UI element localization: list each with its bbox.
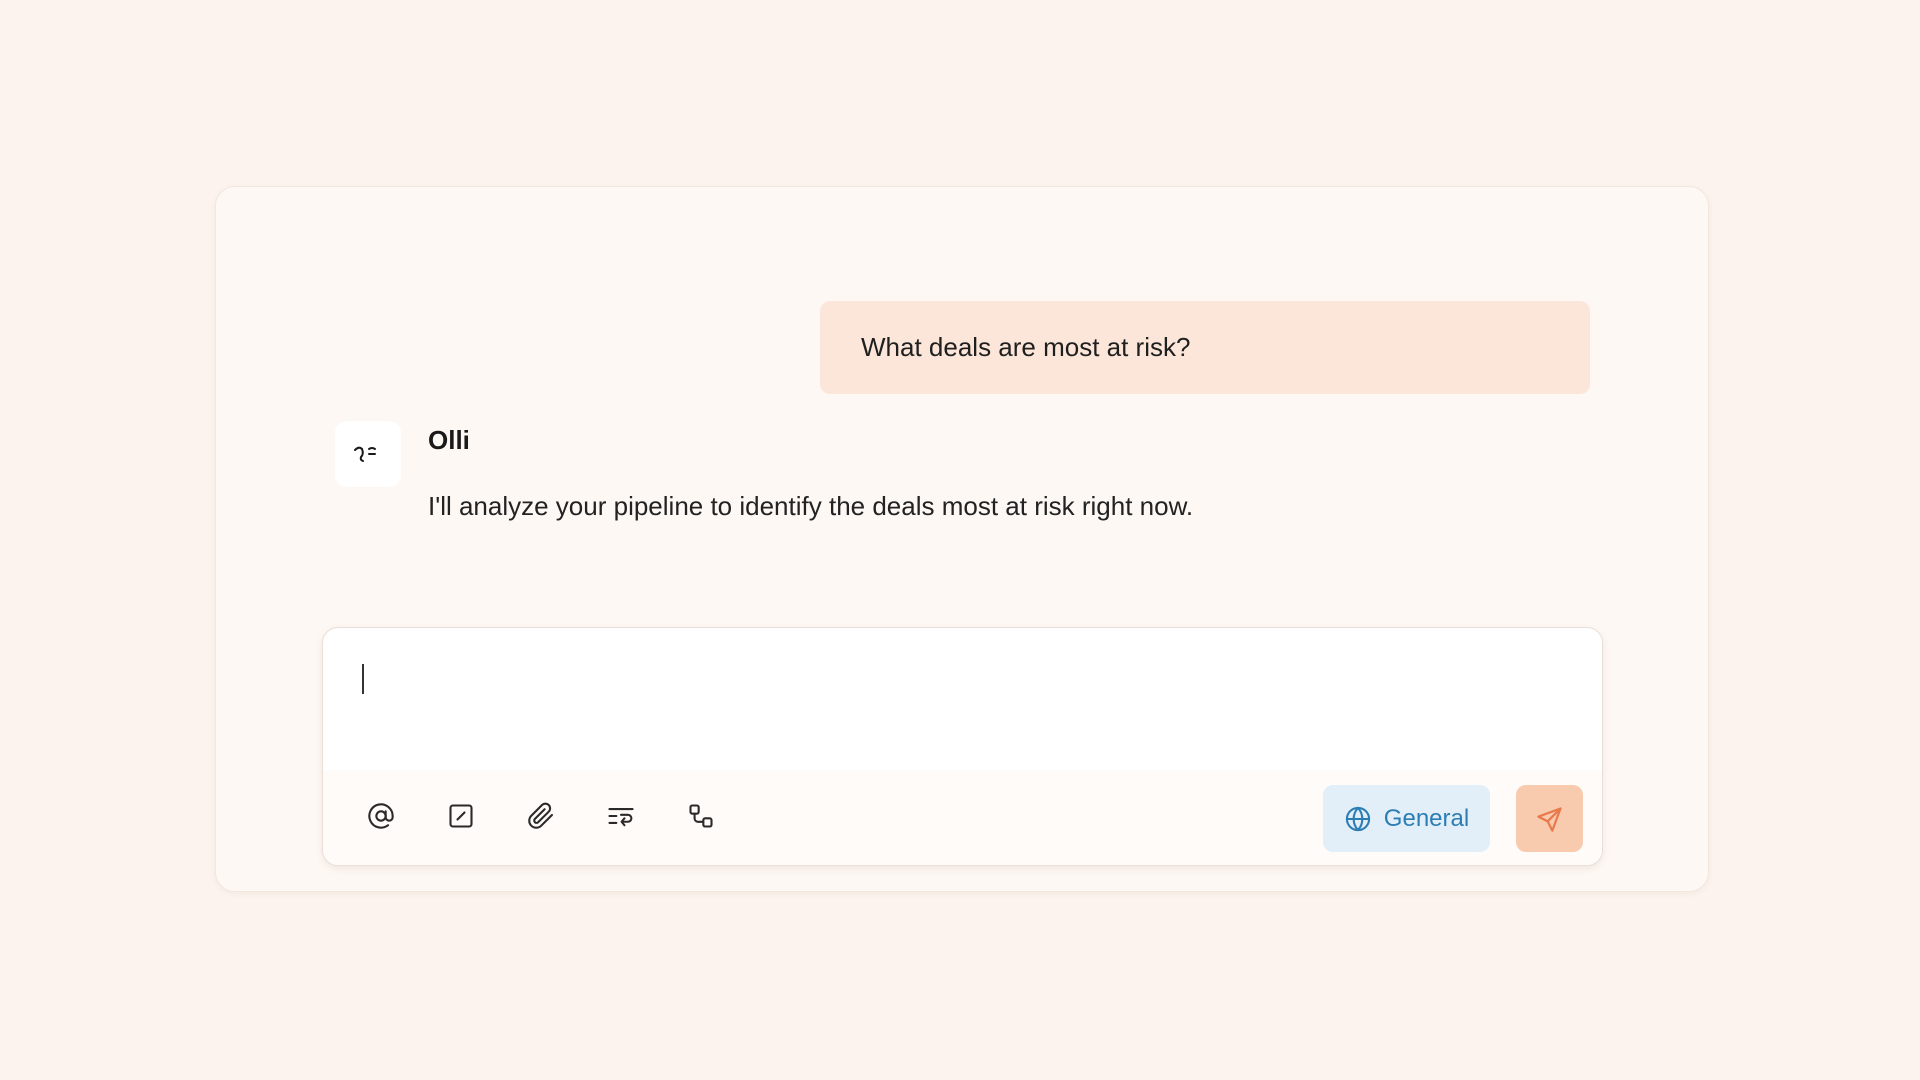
user-message-text: What deals are most at risk? (861, 332, 1191, 362)
send-button[interactable] (1516, 785, 1583, 852)
text-caret (362, 664, 364, 694)
workflow-button[interactable] (679, 794, 723, 838)
assistant-message-text: I'll analyze your pipeline to identify t… (428, 491, 1194, 521)
slash-command-button[interactable] (439, 794, 483, 838)
assistant-name: Olli (428, 425, 470, 455)
slash-command-icon (449, 804, 473, 828)
scope-selector-button[interactable]: General (1323, 785, 1490, 852)
instructions-icon (608, 808, 634, 827)
attach-file-button[interactable] (519, 794, 563, 838)
scope-label: General (1383, 804, 1470, 832)
workflow-icon (689, 804, 713, 828)
at-mention-icon (368, 803, 394, 829)
user-message-bubble: What deals are most at risk? (820, 301, 1590, 394)
send-icon (1536, 806, 1562, 832)
instructions-button[interactable] (599, 794, 643, 838)
message-input[interactable] (323, 628, 1602, 770)
olli-face-icon (354, 446, 376, 462)
message-composer: General (322, 627, 1603, 866)
assistant-avatar (335, 421, 401, 487)
mention-button[interactable] (359, 794, 403, 838)
composer-toolbar: General (323, 770, 1602, 865)
paperclip-icon (528, 802, 554, 829)
globe-icon (1345, 806, 1370, 831)
